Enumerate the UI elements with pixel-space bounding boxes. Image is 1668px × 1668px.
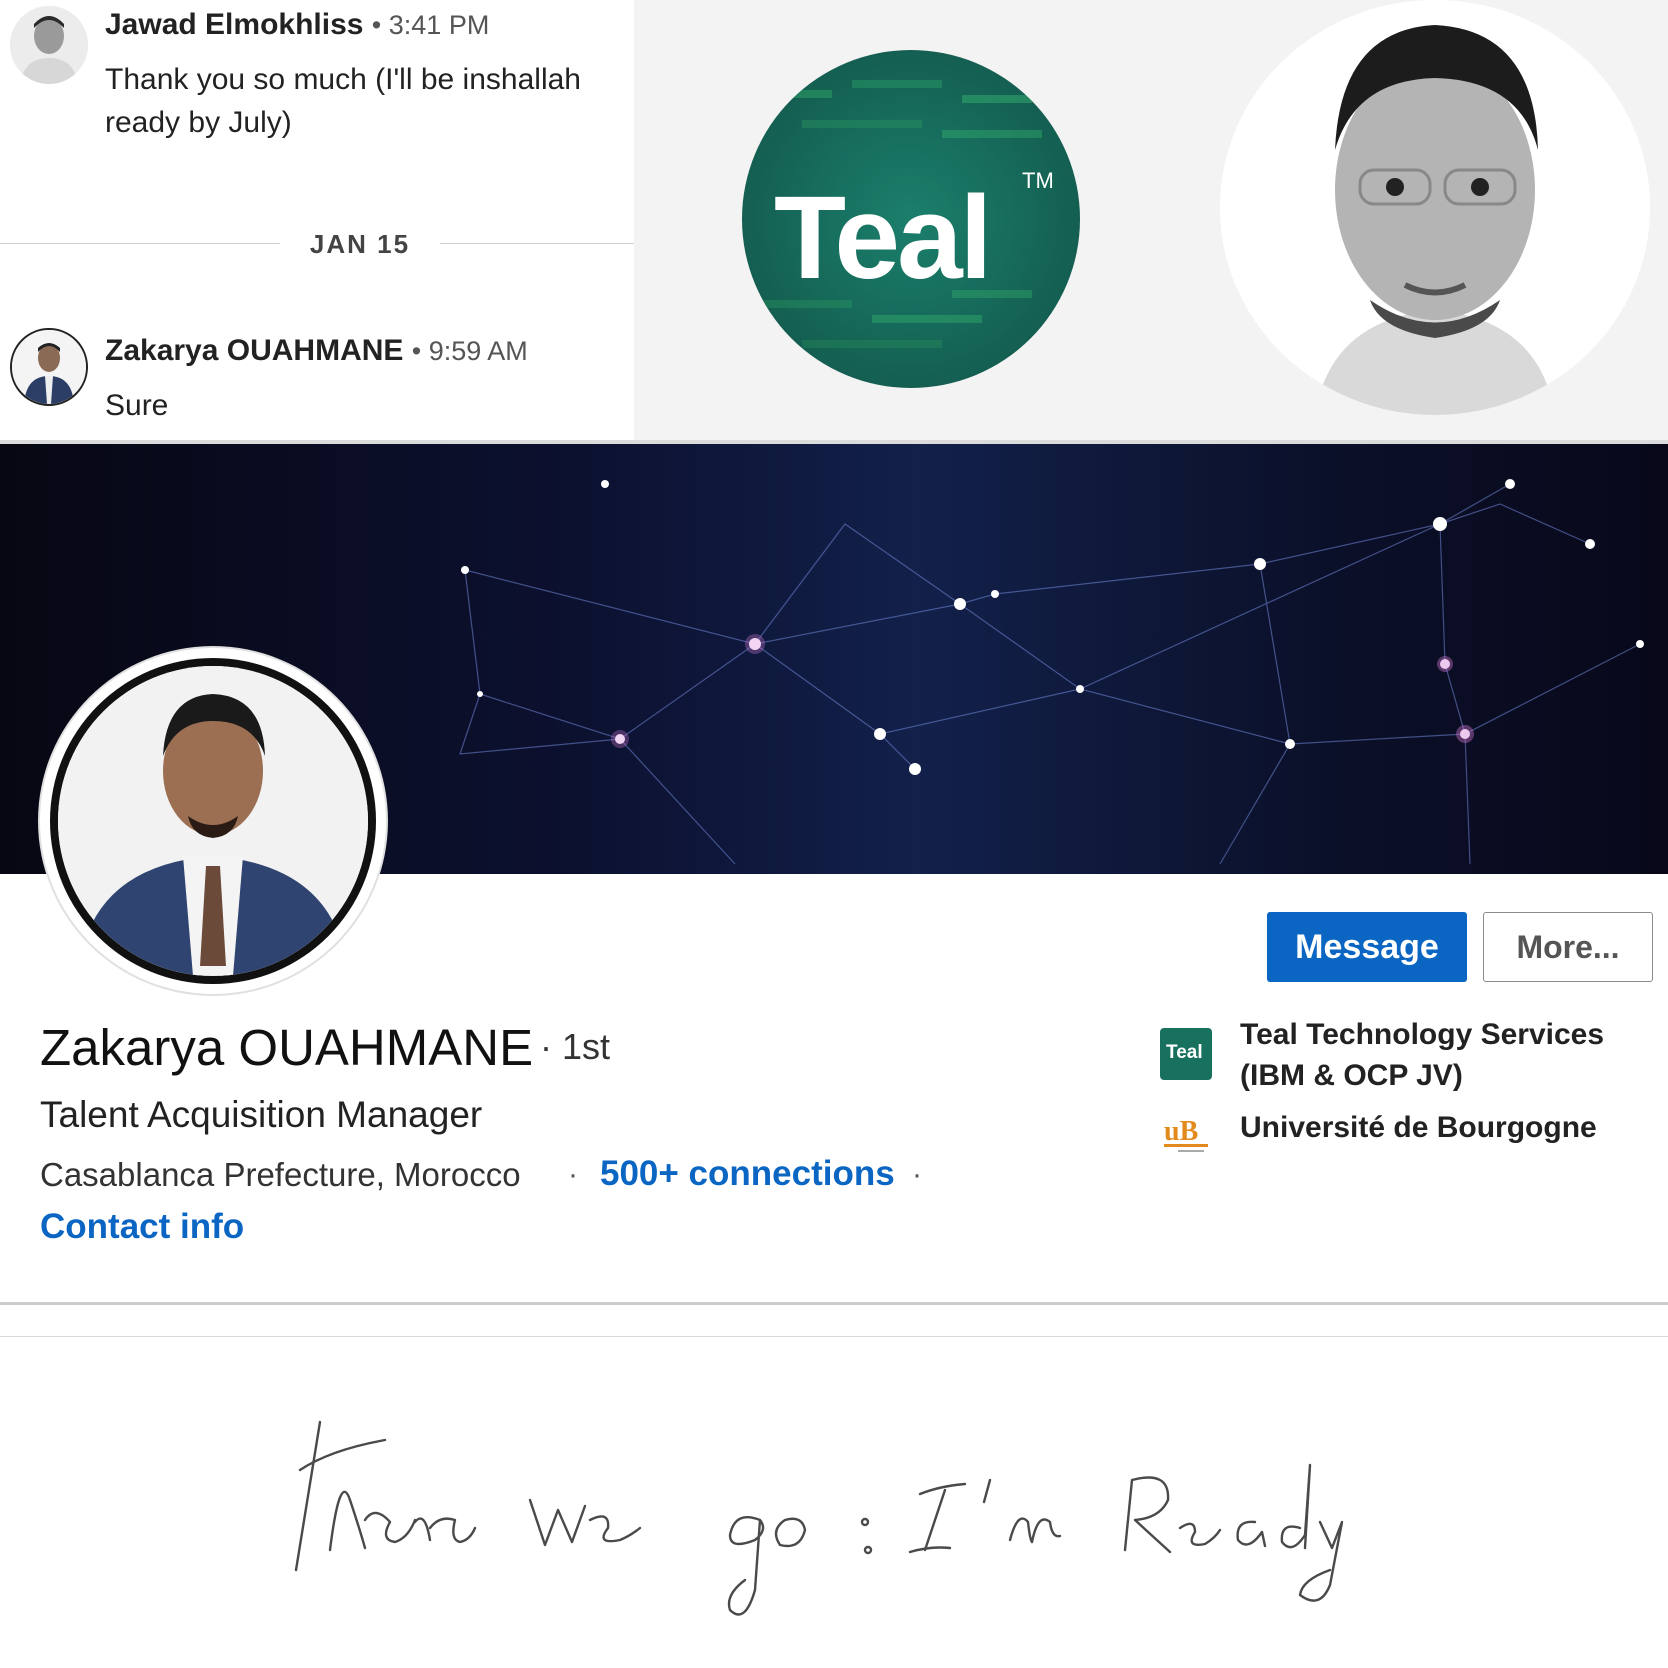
trademark-mark: TM (1022, 168, 1054, 193)
school-logo-text: uB (1164, 1116, 1198, 1147)
message-body: Thank you so much (I'll be inshallah rea… (105, 58, 581, 144)
teal-wordmark: Teal (774, 172, 992, 304)
university-logo-icon: uB (1160, 1110, 1214, 1156)
current-company[interactable]: Teal Technology Services (IBM & OCP JV) (1240, 1014, 1650, 1096)
message-sender[interactable]: Jawad Elmokhliss • 3:41 PM (105, 8, 489, 42)
message-line: Thank you so much (I'll be inshallah (105, 63, 581, 96)
contact-info-link[interactable]: Contact info (40, 1207, 244, 1247)
person-portrait-icon (10, 6, 88, 84)
person-portrait-icon (58, 666, 368, 976)
message-time: 9:59 AM (428, 336, 528, 366)
profile-name: Zakarya OUAHMANE (40, 1019, 534, 1076)
more-button[interactable]: More... (1483, 912, 1653, 982)
message-sender[interactable]: Zakarya OUAHMANE • 9:59 AM (105, 334, 528, 368)
school-logo[interactable]: uB (1160, 1110, 1214, 1156)
message-button[interactable]: Message (1267, 912, 1467, 982)
message-body: Sure (105, 384, 168, 427)
sender-name: Jawad Elmokhliss (105, 8, 364, 41)
sender-avatar[interactable] (10, 328, 88, 406)
separator-dot: · (912, 1158, 922, 1191)
message-thread: Jawad Elmokhliss • 3:41 PM Thank you so … (0, 0, 634, 440)
message-time: 3:41 PM (388, 10, 490, 40)
school-name[interactable]: Université de Bourgogne (1240, 1111, 1597, 1145)
profile-headline: Talent Acquisition Manager (40, 1094, 483, 1135)
company-logo[interactable]: Teal (1160, 1028, 1212, 1080)
person-portrait-icon (1220, 0, 1650, 415)
message-line: ready by July) (105, 106, 292, 139)
portrait-photo (1220, 0, 1650, 415)
date-label: JAN 15 (309, 229, 411, 259)
connection-degree: · 1st (540, 1026, 611, 1067)
divider-line (440, 243, 634, 244)
company-logo-text: Teal (1166, 1042, 1203, 1063)
section-divider (0, 1336, 1668, 1337)
profile-photo[interactable] (40, 648, 386, 994)
handwritten-note (290, 1410, 1410, 1620)
connections-link[interactable]: 500+ connections (600, 1154, 895, 1194)
divider-line (0, 243, 280, 244)
message-line: Sure (105, 389, 169, 422)
person-portrait-icon (12, 330, 86, 404)
sender-avatar[interactable] (10, 6, 88, 84)
teal-logo: Teal TM (742, 50, 1080, 388)
bullet-separator: • (411, 336, 422, 366)
profile-photo-image (58, 666, 368, 976)
profile-photo-ring (50, 658, 376, 984)
profile-location: Casablanca Prefecture, Morocco (40, 1156, 521, 1193)
handwriting-drawing (294, 1420, 1344, 1616)
section-divider (0, 1302, 1668, 1305)
bullet-separator: • (371, 10, 382, 40)
sender-name: Zakarya OUAHMANE (105, 334, 404, 367)
separator-dot: · (568, 1158, 578, 1191)
